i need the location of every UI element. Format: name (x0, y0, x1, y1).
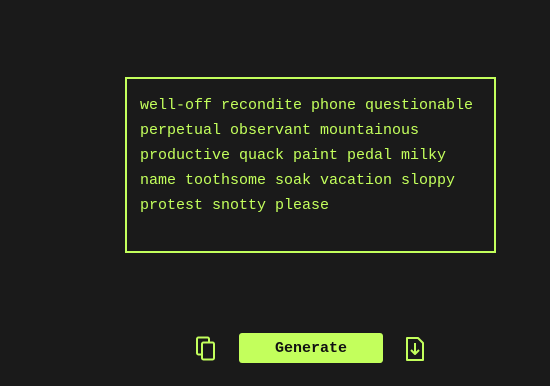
action-toolbar: Generate (0, 333, 550, 363)
copy-button[interactable] (194, 335, 218, 363)
generated-words-text: well-off recondite phone questionable pe… (140, 97, 474, 214)
generate-button[interactable]: Generate (239, 333, 383, 363)
copy-icon (196, 336, 215, 361)
download-icon (406, 337, 424, 361)
download-button[interactable] (403, 335, 427, 363)
generated-words-panel: well-off recondite phone questionable pe… (125, 77, 496, 253)
